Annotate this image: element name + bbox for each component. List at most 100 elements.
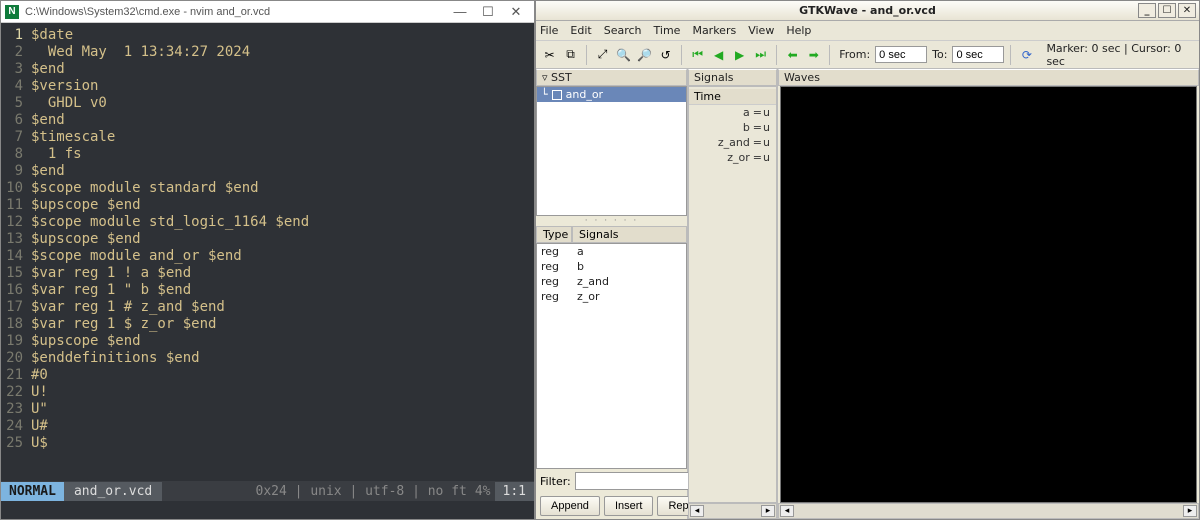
code-line[interactable]: 22U!: [1, 384, 534, 401]
cut-icon[interactable]: ✂: [540, 45, 559, 65]
refresh-icon[interactable]: ⟳: [1017, 45, 1036, 65]
sigval-row[interactable]: b=u: [689, 120, 776, 135]
append-button[interactable]: Append: [540, 496, 600, 516]
code-line[interactable]: 14$scope module and_or $end: [1, 248, 534, 265]
zoom-undo-icon[interactable]: ↺: [656, 45, 675, 65]
code-line[interactable]: 12$scope module std_logic_1164 $end: [1, 214, 534, 231]
menu-view[interactable]: View: [748, 24, 774, 37]
code-line[interactable]: 19$upscope $end: [1, 333, 534, 350]
time-label: Time: [689, 89, 776, 105]
line-number: 6: [1, 112, 31, 129]
signals-col-header[interactable]: Signals: [572, 226, 687, 243]
code-text: 1 fs: [31, 146, 82, 163]
signal-name: b: [577, 260, 584, 273]
code-line[interactable]: 5 GHDL v0: [1, 95, 534, 112]
code-line[interactable]: 1$date: [1, 27, 534, 44]
from-input[interactable]: [875, 46, 927, 63]
code-line[interactable]: 10$scope module standard $end: [1, 180, 534, 197]
sigval-row[interactable]: z_and=u: [689, 135, 776, 150]
status-info: 0x24 | unix | utf-8 | no ft: [252, 482, 471, 501]
gtk-close-icon[interactable]: ✕: [1178, 3, 1196, 18]
sigval-row[interactable]: z_or=u: [689, 150, 776, 165]
line-number: 1: [1, 27, 31, 44]
seek-end-icon[interactable]: ⏭: [751, 45, 770, 65]
maximize-icon[interactable]: ☐: [474, 3, 502, 21]
sigval-row[interactable]: a=u: [689, 105, 776, 120]
code-line[interactable]: 17$var reg 1 # z_and $end: [1, 299, 534, 316]
code-text: U": [31, 401, 48, 418]
menu-file[interactable]: File: [540, 24, 558, 37]
code-line[interactable]: 9$end: [1, 163, 534, 180]
signal-row[interactable]: reg z_and: [537, 274, 686, 289]
signal-row[interactable]: regz_or: [537, 289, 686, 304]
signal-values[interactable]: Time a=ub=uz_and=uz_or=u: [688, 86, 777, 503]
zoom-out-icon[interactable]: 🔎: [635, 45, 654, 65]
code-line[interactable]: 8 1 fs: [1, 146, 534, 163]
zoom-fit-icon[interactable]: ⤢: [593, 45, 612, 65]
line-number: 11: [1, 197, 31, 214]
menu-markers[interactable]: Markers: [692, 24, 736, 37]
code-line[interactable]: 6$end: [1, 112, 534, 129]
nvim-cmdline[interactable]: [1, 501, 534, 519]
sigval-value: u: [763, 105, 770, 120]
wave-scroll-left-icon[interactable]: ◂: [780, 505, 794, 517]
signals-table[interactable]: regaregbreg z_andregz_or: [536, 243, 687, 469]
line-number: 10: [1, 180, 31, 197]
nav-back-icon[interactable]: ⬅: [783, 45, 802, 65]
code-text: $end: [31, 112, 65, 129]
sigval-value: u: [763, 120, 770, 135]
editor-body[interactable]: 1$date2 Wed May 1 13:34:27 20243$end4$ve…: [1, 23, 534, 481]
wave-canvas[interactable]: [780, 86, 1197, 503]
code-line[interactable]: 25U$: [1, 435, 534, 452]
insert-button[interactable]: Insert: [604, 496, 654, 516]
close-icon[interactable]: ✕: [502, 3, 530, 21]
seek-next-icon[interactable]: ▶: [730, 45, 749, 65]
seek-prev-icon[interactable]: ◀: [709, 45, 728, 65]
wave-hscrollbar[interactable]: ◂ ▸: [778, 503, 1199, 519]
code-line[interactable]: 11$upscope $end: [1, 197, 534, 214]
code-line[interactable]: 15$var reg 1 ! a $end: [1, 265, 534, 282]
code-line[interactable]: 23U": [1, 401, 534, 418]
code-line[interactable]: 3$end: [1, 61, 534, 78]
status-pos: 1:1: [495, 482, 534, 501]
signal-name: z_and: [577, 275, 609, 288]
wave-scroll-right-icon[interactable]: ▸: [1183, 505, 1197, 517]
code-text: $timescale: [31, 129, 115, 146]
from-label: From:: [839, 48, 870, 61]
sash-handle[interactable]: · · · · · ·: [536, 216, 687, 226]
code-line[interactable]: 18$var reg 1 $ z_or $end: [1, 316, 534, 333]
menu-help[interactable]: Help: [786, 24, 811, 37]
scroll-right-icon[interactable]: ▸: [761, 505, 775, 517]
gtk-maximize-icon[interactable]: ☐: [1158, 3, 1176, 18]
type-col-header[interactable]: Type: [536, 226, 572, 243]
code-line[interactable]: 16$var reg 1 " b $end: [1, 282, 534, 299]
menu-time[interactable]: Time: [654, 24, 681, 37]
code-line[interactable]: 2 Wed May 1 13:34:27 2024: [1, 44, 534, 61]
gtk-minimize-icon[interactable]: _: [1138, 3, 1156, 18]
sigval-value: u: [763, 135, 770, 150]
sst-tree[interactable]: └ and_or: [536, 86, 687, 216]
code-line[interactable]: 20$enddefinitions $end: [1, 350, 534, 367]
menu-search[interactable]: Search: [604, 24, 642, 37]
line-number: 9: [1, 163, 31, 180]
seek-start-icon[interactable]: ⏮: [688, 45, 707, 65]
code-line[interactable]: 4$version: [1, 78, 534, 95]
hscrollbar[interactable]: ◂ ▸: [688, 503, 777, 519]
nav-fwd-icon[interactable]: ➡: [804, 45, 823, 65]
zoom-in-icon[interactable]: 🔍: [614, 45, 633, 65]
filter-label: Filter:: [540, 475, 571, 488]
signal-type: reg: [541, 275, 567, 288]
code-line[interactable]: 13$upscope $end: [1, 231, 534, 248]
sigval-value: u: [763, 150, 770, 165]
signal-row[interactable]: rega: [537, 244, 686, 259]
code-line[interactable]: 24U#: [1, 418, 534, 435]
signal-row[interactable]: regb: [537, 259, 686, 274]
menu-edit[interactable]: Edit: [570, 24, 591, 37]
code-line[interactable]: 7$timescale: [1, 129, 534, 146]
to-input[interactable]: [952, 46, 1004, 63]
scroll-left-icon[interactable]: ◂: [690, 505, 704, 517]
sst-root-item[interactable]: └ and_or: [537, 87, 686, 102]
copy-icon[interactable]: ⧉: [561, 45, 580, 65]
code-line[interactable]: 21#0: [1, 367, 534, 384]
minimize-icon[interactable]: —: [446, 3, 474, 21]
